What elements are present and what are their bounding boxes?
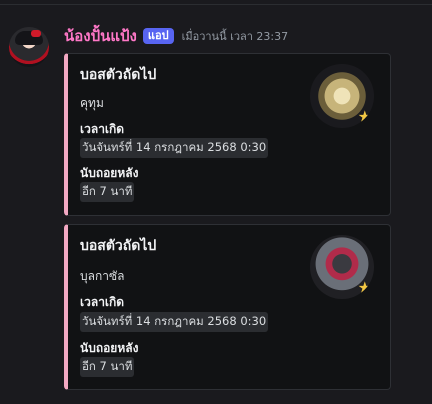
field-name-spawn-time: เวลาเกิด	[80, 122, 125, 136]
message-header: น้องปั้นแป้ง แอป เมื่อวานนี้ เวลา 23:37	[64, 26, 288, 46]
star-icon: ★	[357, 278, 372, 297]
field-name-countdown: นับถอยหลัง	[80, 166, 139, 180]
field-value-countdown: อีก 7 นาที	[80, 182, 135, 202]
username[interactable]: น้องปั้นแป้ง	[64, 24, 137, 48]
field-value-countdown: อีก 7 นาที	[80, 357, 135, 377]
field-name-countdown: นับถอยหลัง	[80, 341, 139, 355]
field-value-spawn-time: วันจันทร์ที่ 14 กรกฎาคม 2568 0:30	[80, 138, 269, 158]
divider	[0, 4, 432, 5]
embed-description: บุลกาซัล	[80, 269, 125, 283]
field-name-spawn-time: เวลาเกิด	[80, 295, 125, 309]
embed-title: บอสตัวถัดไป	[80, 67, 157, 83]
boss-thumbnail-icon[interactable]: ★	[310, 235, 374, 299]
embed-card: บอสตัวถัดไป คุทุม เวลาเกิด วันจันทร์ที่ …	[64, 53, 391, 216]
embed-title: บอสตัวถัดไป	[80, 238, 157, 254]
timestamp[interactable]: เมื่อวานนี้ เวลา 23:37	[182, 27, 289, 45]
app-badge: แอป	[142, 28, 174, 44]
field-value-spawn-time: วันจันทร์ที่ 14 กรกฎาคม 2568 0:30	[80, 312, 269, 332]
embed-card: บอสตัวถัดไป บุลกาซัล เวลาเกิด วันจันทร์ท…	[64, 224, 391, 390]
star-icon: ★	[357, 107, 372, 126]
embed-description: คุทุม	[80, 96, 104, 110]
avatar[interactable]	[9, 27, 49, 67]
boss-thumbnail-icon[interactable]: ★	[310, 64, 374, 128]
